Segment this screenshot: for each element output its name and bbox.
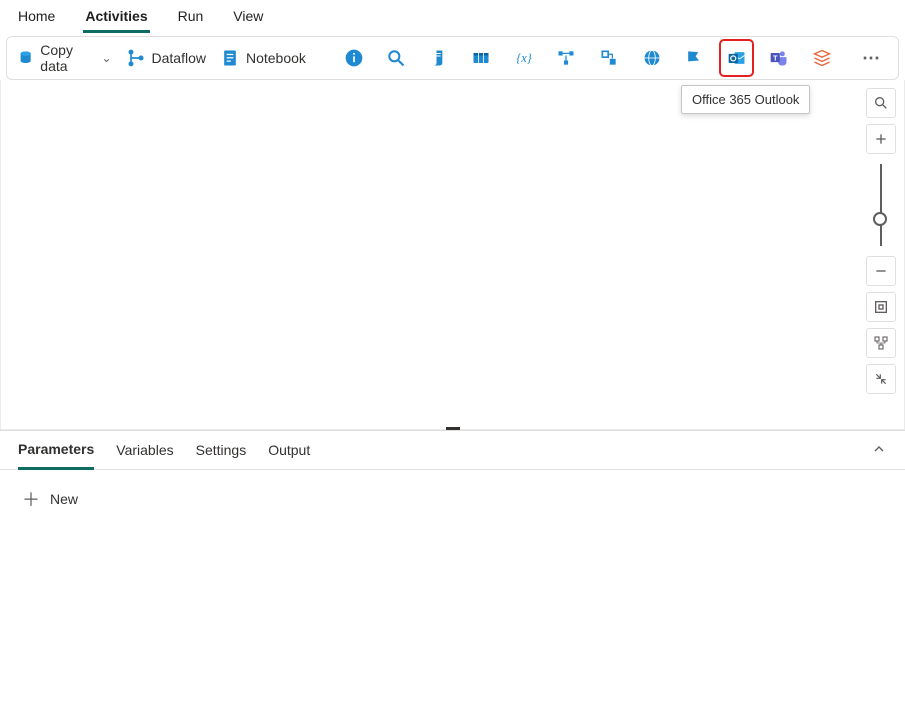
pipeline-icon <box>556 48 576 68</box>
notebook-button[interactable]: Notebook <box>220 37 306 79</box>
chevron-down-icon: ⌄ <box>101 51 111 65</box>
lookup-button[interactable] <box>382 42 411 74</box>
dataflow-label: Dataflow <box>152 50 206 66</box>
collapse-canvas-button[interactable] <box>866 364 896 394</box>
pipeline-canvas[interactable] <box>0 80 905 430</box>
chevron-up-icon <box>871 441 887 457</box>
collapse-icon <box>873 371 889 387</box>
flag-icon <box>684 48 704 68</box>
info-icon <box>344 48 364 68</box>
panel-collapse-button[interactable] <box>871 441 887 460</box>
invoke-pipeline-icon <box>599 48 619 68</box>
tab-variables[interactable]: Variables <box>116 442 173 468</box>
search-icon <box>873 95 889 111</box>
tab-parameters[interactable]: Parameters <box>18 441 94 470</box>
notebook-icon <box>220 48 240 68</box>
canvas-search-button[interactable] <box>866 88 896 118</box>
more-button[interactable]: ⋯ <box>856 48 888 69</box>
script-button[interactable] <box>424 42 453 74</box>
set-variable-button[interactable]: {x} <box>510 42 539 74</box>
zoom-in-button[interactable] <box>866 124 896 154</box>
zoom-slider[interactable] <box>880 164 882 246</box>
tab-settings[interactable]: Settings <box>196 442 247 468</box>
properties-panel: Parameters Variables Settings Output ＋ N… <box>0 430 905 528</box>
azure-button[interactable] <box>680 42 709 74</box>
activities-toolbar: Copy data ⌄ Dataflow Notebook <box>6 36 899 80</box>
columns-icon <box>471 48 491 68</box>
menu-home[interactable]: Home <box>16 6 57 30</box>
copy-data-label: Copy data <box>40 42 95 74</box>
plus-icon <box>873 131 889 147</box>
fit-screen-button[interactable] <box>866 292 896 322</box>
zoom-out-button[interactable] <box>866 256 896 286</box>
teams-icon: T <box>769 48 789 68</box>
outlook-button[interactable] <box>722 42 751 74</box>
invoke-pipeline-button[interactable] <box>595 42 624 74</box>
svg-text:{x}: {x} <box>516 51 532 65</box>
pipeline-button[interactable] <box>552 42 581 74</box>
stored-procedure-button[interactable] <box>467 42 496 74</box>
teams-button[interactable]: T <box>765 42 794 74</box>
info-button[interactable] <box>339 42 368 74</box>
menu-activities[interactable]: Activities <box>83 6 149 33</box>
copy-data-icon <box>17 48 34 68</box>
auto-layout-icon <box>873 335 889 351</box>
globe-icon <box>642 48 662 68</box>
fit-icon <box>873 299 889 315</box>
variable-icon: {x} <box>514 48 534 68</box>
copy-data-button[interactable]: Copy data ⌄ <box>17 37 112 79</box>
tab-output[interactable]: Output <box>268 442 310 468</box>
outlook-icon <box>727 48 747 68</box>
layers-button[interactable] <box>807 42 836 74</box>
web-button[interactable] <box>637 42 666 74</box>
canvas-controls <box>866 88 896 394</box>
dataflow-button[interactable]: Dataflow <box>126 37 206 79</box>
auto-layout-button[interactable] <box>866 328 896 358</box>
menu-bar: Home Activities Run View <box>0 0 905 32</box>
svg-text:T: T <box>773 54 778 63</box>
outlook-tooltip: Office 365 Outlook <box>681 85 810 114</box>
zoom-slider-thumb[interactable] <box>873 212 887 226</box>
script-icon <box>429 48 449 68</box>
minus-icon <box>873 263 889 279</box>
plus-icon: ＋ <box>22 486 40 512</box>
panel-body: ＋ New <box>0 470 905 528</box>
search-icon <box>386 48 406 68</box>
new-parameter-button[interactable]: ＋ New <box>22 486 883 512</box>
layers-icon <box>812 48 832 68</box>
notebook-label: Notebook <box>246 50 306 66</box>
panel-tabs: Parameters Variables Settings Output <box>0 431 905 470</box>
menu-run[interactable]: Run <box>176 6 206 30</box>
menu-view[interactable]: View <box>231 6 265 30</box>
new-label: New <box>50 491 78 507</box>
dataflow-icon <box>126 48 146 68</box>
